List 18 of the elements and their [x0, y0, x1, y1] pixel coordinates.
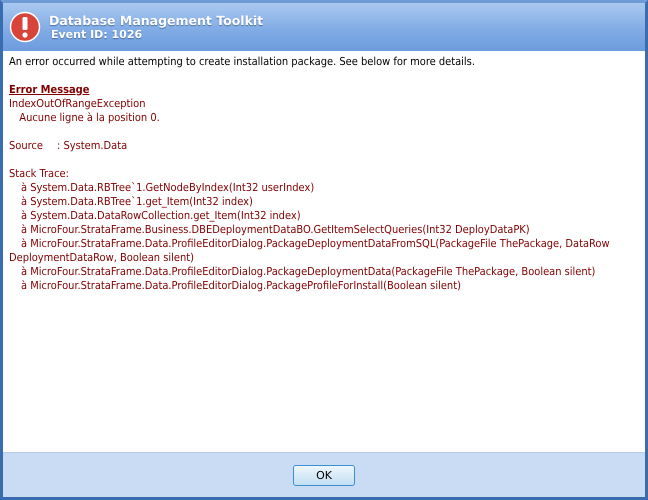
stack-frame: à System.Data.RBTree`1.GetNodeByIndex(Int32 userIndex): [9, 181, 624, 195]
ok-button[interactable]: OK: [293, 464, 355, 486]
window-title: Database Management Toolkit: [49, 13, 264, 28]
stack-frame: à MicroFour.StrataFrame.Data.ProfileEditorDialog.PackageDeploymentDataFromSQL(PackageFile ThePackage, DataRow DeploymentDataRow, Boolean silent): [9, 237, 624, 265]
stack-frame: à MicroFour.StrataFrame.Business.DBEDeploymentDataBO.GetItemSelectQueries(Int32 DeployDataPK): [9, 223, 624, 237]
event-id: Event ID: 1026: [50, 28, 144, 41]
exception-type: IndexOutOfRangeException: [9, 97, 146, 110]
section-heading: Error Message: [9, 83, 90, 96]
stack-frame: à System.Data.DataRowCollection.get_Item(Int32 index): [9, 209, 624, 223]
stack-frame: à MicroFour.StrataFrame.Data.ProfileEditorDialog.PackageDeploymentData(PackageFile ThePackage, Boolean silent): [9, 265, 624, 279]
exception-message: Aucune ligne à la position 0.: [18, 111, 160, 124]
stack-frame: à System.Data.RBTree`1.get_Item(Int32 index): [9, 195, 624, 209]
error-icon: [9, 11, 41, 43]
stack-frame: à MicroFour.StrataFrame.Data.ProfileEditorDialog.PackageProfileForInstall(Boolean silent): [9, 279, 624, 293]
source-label: Source: [9, 139, 44, 153]
error-summary: An error occurred while attempting to create installation package. See below for more details.: [9, 55, 476, 69]
stack-trace-label: Stack Trace:: [9, 167, 69, 180]
source-value: : System.Data: [57, 139, 128, 153]
